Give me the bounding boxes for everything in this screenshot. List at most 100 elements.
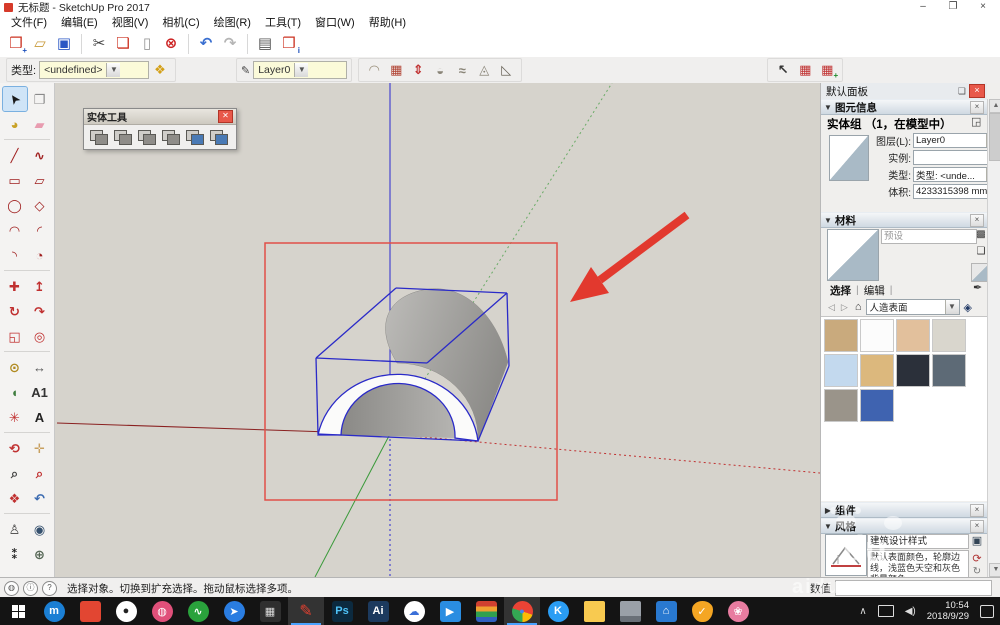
credits-icon[interactable]: ⓘ bbox=[23, 581, 38, 596]
app-pink[interactable]: ◍ bbox=[144, 597, 180, 625]
line-tool[interactable]: ╱ bbox=[3, 143, 27, 167]
sandbox-add-detail-icon[interactable]: ◬ bbox=[473, 60, 495, 80]
type-dropdown[interactable]: <undefined> ▼ bbox=[39, 61, 149, 79]
start-button[interactable] bbox=[0, 597, 36, 625]
app-qq[interactable]: ● bbox=[108, 597, 144, 625]
geolocation-icon[interactable]: ◍ bbox=[4, 581, 19, 596]
menu-help[interactable]: 帮助(H) bbox=[362, 14, 413, 30]
minimize-button[interactable]: – bbox=[908, 0, 938, 14]
material-swatch[interactable] bbox=[860, 389, 894, 422]
move-tool[interactable]: ✚ bbox=[3, 274, 27, 298]
classifier-tag-icon[interactable]: ❖ bbox=[149, 60, 171, 80]
redo-button[interactable]: ↷ bbox=[218, 33, 242, 55]
offset-tool[interactable]: ◎ bbox=[28, 324, 52, 348]
app-winrar[interactable] bbox=[468, 597, 504, 625]
refresh-icon[interactable]: ↻ bbox=[969, 566, 985, 577]
text-tool[interactable]: A1 bbox=[28, 380, 52, 404]
tab-edit[interactable]: 编辑 bbox=[859, 283, 890, 298]
sandbox-from-scratch-icon[interactable]: ▦ bbox=[385, 60, 407, 80]
solid-tools-titlebar[interactable]: 实体工具 ✕ bbox=[84, 109, 236, 125]
chevron-down-icon[interactable]: ▼ bbox=[294, 63, 308, 77]
app-thunder[interactable]: ➤ bbox=[216, 597, 252, 625]
styles-header[interactable]: ▼ 风格 × bbox=[821, 518, 987, 534]
close-section-icon[interactable]: × bbox=[970, 214, 984, 227]
help-icon[interactable]: ? bbox=[42, 581, 57, 596]
collection-dropdown[interactable]: 人造表面▼ bbox=[866, 299, 960, 315]
app-kugou[interactable]: K bbox=[540, 597, 576, 625]
app-sketchup[interactable]: ✎ bbox=[288, 597, 324, 625]
close-section-icon[interactable]: × bbox=[970, 101, 984, 114]
walk-tool[interactable]: ⁑ bbox=[3, 542, 27, 566]
look-around-tool[interactable]: ◉ bbox=[28, 517, 52, 541]
arc-tool[interactable]: ◜ bbox=[28, 218, 52, 242]
material-swatch[interactable] bbox=[824, 319, 858, 352]
circle-tool[interactable]: ◯ bbox=[3, 193, 27, 217]
menu-window[interactable]: 窗口(W) bbox=[308, 14, 362, 30]
app-video[interactable]: ▶ bbox=[432, 597, 468, 625]
tunnel-solid-group[interactable] bbox=[316, 288, 509, 441]
app-palette[interactable]: ❀ bbox=[720, 597, 756, 625]
cut-button[interactable]: ✂ bbox=[87, 33, 111, 55]
zoom-window-tool[interactable]: ⌕ bbox=[28, 461, 52, 485]
material-swatch[interactable] bbox=[824, 389, 858, 422]
pin-icon[interactable]: ❏ bbox=[958, 86, 966, 97]
tape-measure-tool[interactable]: ⊙ bbox=[3, 355, 27, 379]
section-plane-tool[interactable]: ⊕ bbox=[28, 542, 52, 566]
maximize-button[interactable]: ❐ bbox=[938, 0, 968, 14]
scrollbar-thumb[interactable] bbox=[989, 113, 1000, 161]
erase-button[interactable]: ⊗ bbox=[159, 33, 183, 55]
paint-details-icon[interactable]: ◈ bbox=[964, 301, 972, 314]
speaker-icon[interactable]: ◀) bbox=[905, 606, 916, 617]
three-point-arc-tool[interactable]: ◝ bbox=[3, 243, 27, 267]
dimension-tool[interactable]: ↔ bbox=[28, 355, 52, 379]
pan-tool[interactable]: ✛ bbox=[28, 436, 52, 460]
app-folder[interactable] bbox=[576, 597, 612, 625]
network-icon[interactable] bbox=[878, 605, 894, 617]
app-photoshop[interactable]: Ps bbox=[324, 597, 360, 625]
polygon-tool[interactable]: ◇ bbox=[28, 193, 52, 217]
eyedropper-icon[interactable]: ✒ bbox=[973, 281, 982, 294]
push-pull-tool[interactable]: ↥ bbox=[28, 274, 52, 298]
app-shield[interactable]: ✓ bbox=[684, 597, 720, 625]
paste-button[interactable]: ▯ bbox=[135, 33, 159, 55]
app-backpack[interactable]: ⌂ bbox=[648, 597, 684, 625]
freehand-tool[interactable]: ∿ bbox=[28, 143, 52, 167]
measurements-input[interactable] bbox=[835, 580, 992, 596]
trim-tool[interactable] bbox=[184, 127, 206, 147]
print-button[interactable]: ▤ bbox=[253, 33, 277, 55]
table-add-icon[interactable]: ▦+ bbox=[816, 60, 838, 80]
copy-button[interactable]: ❏ bbox=[111, 33, 135, 55]
details-toggle-icon[interactable]: ◲ bbox=[971, 115, 981, 128]
subtract-tool[interactable] bbox=[160, 127, 182, 147]
back-arrow-icon[interactable]: ◁ bbox=[825, 302, 838, 313]
close-section-icon[interactable]: × bbox=[970, 504, 984, 517]
menu-file[interactable]: 文件(F) bbox=[4, 14, 54, 30]
zoom-extents-tool[interactable]: ❖ bbox=[3, 486, 27, 510]
tab-select[interactable]: 选择 bbox=[825, 283, 856, 298]
update-style-icon[interactable]: ⟳ bbox=[969, 552, 985, 565]
protractor-tool[interactable]: ◖ bbox=[3, 380, 27, 404]
forward-arrow-icon[interactable]: ▷ bbox=[838, 302, 851, 313]
pie-tool[interactable]: ◔ bbox=[28, 243, 52, 267]
model-info-button[interactable]: ❒i bbox=[277, 33, 301, 55]
style-thumbnail[interactable] bbox=[825, 534, 867, 576]
menu-edit[interactable]: 编辑(E) bbox=[54, 14, 105, 30]
save-button[interactable]: ▣ bbox=[52, 33, 76, 55]
zoom-tool[interactable]: ⌕ bbox=[3, 461, 27, 485]
material-swatch[interactable] bbox=[860, 354, 894, 387]
material-swatch[interactable] bbox=[860, 319, 894, 352]
menu-draw[interactable]: 绘图(R) bbox=[207, 14, 258, 30]
material-swatch[interactable] bbox=[824, 354, 858, 387]
rectangle-tool[interactable]: ▭ bbox=[3, 168, 27, 192]
material-swatch[interactable] bbox=[932, 319, 966, 352]
sandbox-smoove-icon[interactable]: ⇕ bbox=[407, 60, 429, 80]
display-options-icon[interactable]: ▣ bbox=[969, 534, 985, 547]
eraser-tool[interactable]: ▰ bbox=[28, 112, 52, 136]
make-component-tool[interactable]: ❐ bbox=[28, 87, 52, 111]
close-icon[interactable]: ✕ bbox=[218, 110, 233, 123]
panel-titlebar[interactable]: 默认面板 ❏ × bbox=[821, 83, 987, 100]
menu-tools[interactable]: 工具(T) bbox=[258, 14, 308, 30]
rotate-tool[interactable]: ↻ bbox=[3, 299, 27, 323]
solid-tools-toolbar[interactable]: 实体工具 ✕ bbox=[83, 108, 237, 150]
3d-text-tool[interactable]: A bbox=[28, 405, 52, 429]
